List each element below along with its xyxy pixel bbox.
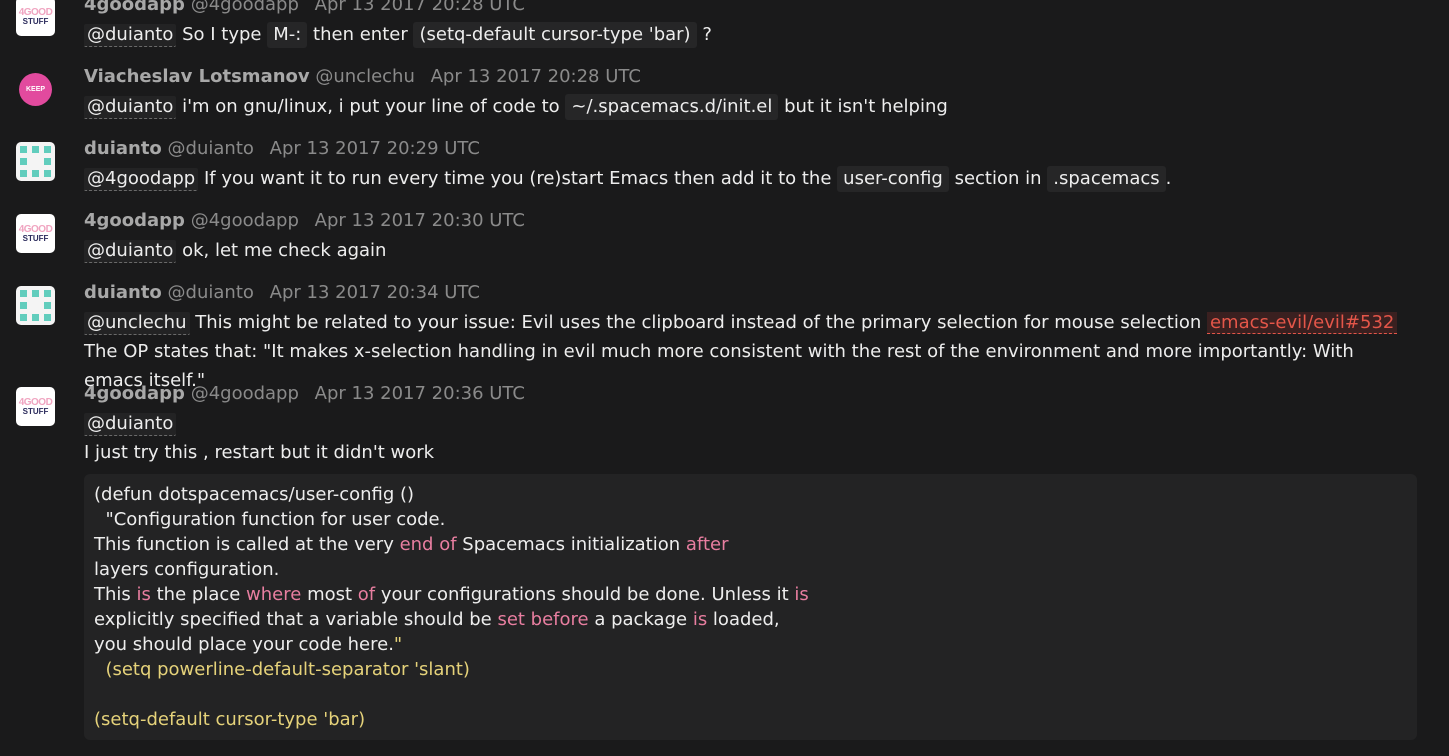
avatar[interactable]: 4GOOD STUFF [16, 214, 55, 253]
code-token: Spacemacs initialization [456, 534, 686, 555]
code-token: This function is called at the very [94, 534, 400, 555]
text: ok, let me check again [182, 240, 387, 261]
message-header: 4goodapp @4goodapp Apr 13 2017 20:28 UTC [84, 0, 525, 15]
timestamp[interactable]: Apr 13 2017 20:28 UTC [315, 0, 525, 15]
text: i'm on gnu/linux, i put your line of cod… [182, 96, 560, 117]
message-text: @unclechu This might be related to your … [84, 308, 1399, 395]
text: If you want it to run every time you (re… [203, 168, 832, 189]
code-token: the place [150, 584, 247, 605]
code-line: "Configuration function for user code. [94, 509, 446, 530]
message-header: Viacheslav Lotsmanov @unclechu Apr 13 20… [84, 66, 641, 87]
avatar-logo-subtext: STUFF [22, 406, 49, 416]
timestamp[interactable]: Apr 13 2017 20:30 UTC [315, 210, 525, 231]
text: . [1165, 168, 1172, 189]
mention[interactable]: @duianto [84, 413, 177, 436]
username[interactable]: 4goodapp [84, 210, 185, 231]
mention[interactable]: @unclechu [84, 312, 190, 335]
text: So I type [182, 24, 262, 45]
code-keyword: set before [497, 609, 589, 630]
avatar-logo-text: 4GOOD [18, 6, 53, 18]
text: This might be related to your issue: Evi… [195, 312, 1202, 333]
message-text: @4goodapp If you want it to run every ti… [84, 164, 1409, 193]
avatar[interactable] [16, 286, 55, 325]
avatar-logo-text: 4GOOD [18, 396, 53, 408]
inline-code: M-: [267, 22, 308, 48]
timestamp[interactable]: Apr 13 2017 20:29 UTC [270, 138, 480, 159]
mention[interactable]: @duianto [84, 96, 177, 119]
message-header: duianto @duianto Apr 13 2017 20:29 UTC [84, 138, 480, 159]
code-string: " [393, 634, 403, 655]
code-block: (defun dotspacemacs/user-config () "Conf… [84, 474, 1417, 740]
code-keyword: is [794, 584, 809, 605]
text: ? [702, 24, 712, 45]
mention[interactable]: @duianto [84, 24, 177, 47]
user-handle[interactable]: @duianto [168, 282, 254, 303]
avatar-badge: KEEP [19, 73, 52, 106]
username[interactable]: 4goodapp [84, 0, 185, 15]
code-line: (defun dotspacemacs/user-config () [94, 484, 415, 505]
user-handle[interactable]: @4goodapp [191, 210, 299, 231]
code-token: loaded, [707, 609, 780, 630]
avatar-badge-text: KEEP [25, 86, 46, 93]
avatar-logo-subtext: STUFF [22, 233, 49, 243]
username[interactable]: 4goodapp [84, 383, 185, 404]
message-text: @duianto So I type M-: then enter (setq-… [84, 20, 1409, 49]
message-header: 4goodapp @4goodapp Apr 13 2017 20:30 UTC [84, 210, 525, 231]
code-string: (setq-default cursor-type 'bar) [94, 709, 366, 730]
code-line: layers configuration. [94, 559, 280, 580]
username[interactable]: Viacheslav Lotsmanov [84, 66, 310, 87]
inline-code: .spacemacs [1047, 166, 1166, 192]
avatar-logo-text: 4GOOD [18, 223, 53, 235]
code-string: (setq powerline-default-separator 'slant… [94, 659, 470, 680]
username[interactable]: duianto [84, 282, 162, 303]
avatar[interactable] [16, 142, 55, 181]
code-keyword: after [685, 534, 729, 555]
avatar[interactable]: 4GOOD STUFF [16, 387, 55, 426]
avatar-logo-subtext: STUFF [22, 16, 49, 26]
mention[interactable]: @4goodapp [84, 168, 199, 191]
message-header: 4goodapp @4goodapp Apr 13 2017 20:36 UTC [84, 383, 525, 404]
inline-code: user-config [837, 166, 949, 192]
mention[interactable]: @duianto [84, 240, 177, 263]
code-token: most [301, 584, 358, 605]
code-keyword: is [692, 609, 708, 630]
issue-link[interactable]: emacs-evil/evil#532 [1206, 312, 1398, 334]
inline-code: ~/.spacemacs.d/init.el [565, 94, 779, 120]
timestamp[interactable]: Apr 13 2017 20:34 UTC [270, 282, 480, 303]
text: section in [954, 168, 1042, 189]
timestamp[interactable]: Apr 13 2017 20:36 UTC [315, 383, 525, 404]
code-token: you should place your code here. [94, 634, 394, 655]
code-keyword: of [357, 584, 376, 605]
code-keyword: is [136, 584, 151, 605]
code-token: This [94, 584, 137, 605]
username[interactable]: duianto [84, 138, 162, 159]
code-keyword: end of [399, 534, 457, 555]
inline-code: (setq-default cursor-type 'bar) [413, 22, 697, 48]
code-keyword: where [246, 584, 302, 605]
avatar[interactable]: KEEP [16, 70, 55, 109]
avatar[interactable]: 4GOOD STUFF [16, 0, 55, 36]
message-text: @duianto ok, let me check again [84, 236, 1409, 265]
text: but it isn't helping [784, 96, 948, 117]
user-handle[interactable]: @unclechu [315, 66, 415, 87]
user-handle[interactable]: @4goodapp [191, 383, 299, 404]
user-handle[interactable]: @duianto [168, 138, 254, 159]
code-token: explicitly specified that a variable sho… [94, 609, 498, 630]
text: I just try this , restart but it didn't … [84, 442, 435, 463]
message-header: duianto @duianto Apr 13 2017 20:34 UTC [84, 282, 480, 303]
message-text: @duianto I just try this , restart but i… [84, 409, 1409, 467]
text: then enter [313, 24, 408, 45]
code-token: a package [588, 609, 693, 630]
message-text: @duianto i'm on gnu/linux, i put your li… [84, 92, 1409, 121]
code-token: your configurations should be done. Unle… [375, 584, 795, 605]
timestamp[interactable]: Apr 13 2017 20:28 UTC [431, 66, 641, 87]
user-handle[interactable]: @4goodapp [191, 0, 299, 15]
